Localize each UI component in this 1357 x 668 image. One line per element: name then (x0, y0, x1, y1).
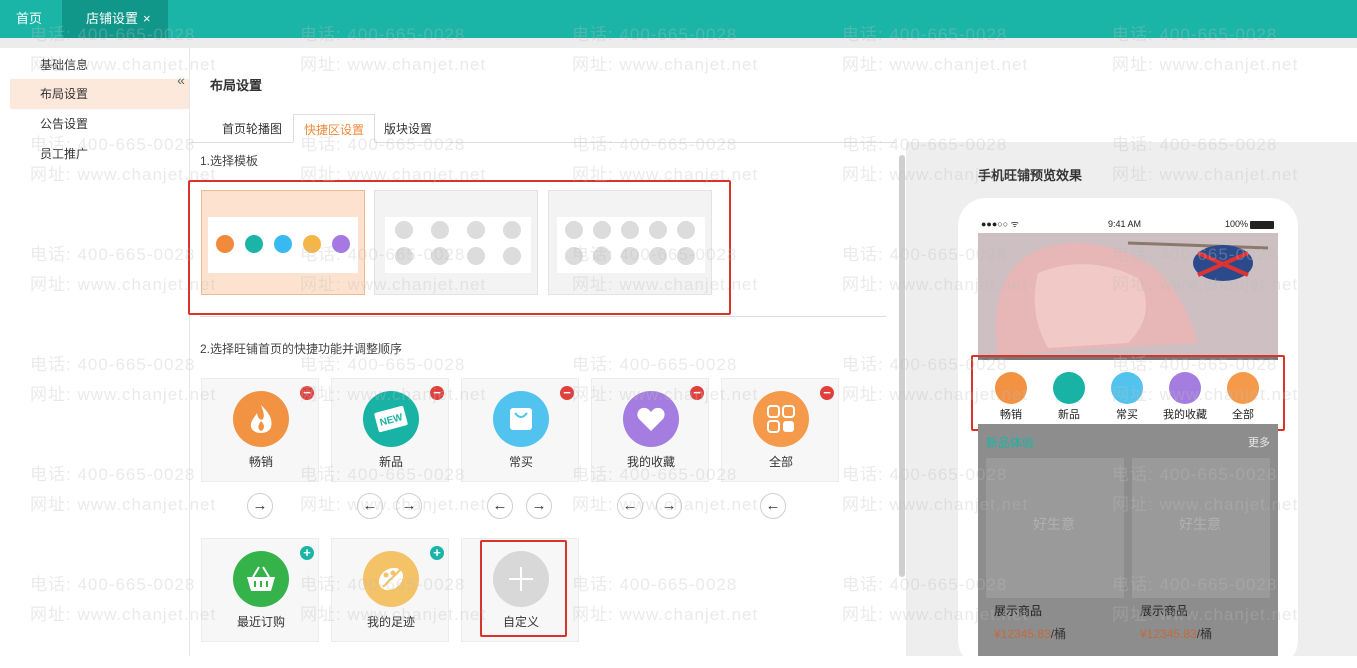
add-badge-icon[interactable]: + (300, 546, 314, 560)
quick-card-label: 我的收藏 (626, 455, 675, 469)
add-badge-icon[interactable]: + (430, 546, 444, 560)
tab-shop-label: 店铺设置 (86, 11, 139, 26)
quick-card-new[interactable]: NEW 新品 − (331, 378, 449, 482)
product-name: 展示商品 (1140, 604, 1189, 618)
page-title: 布局设置 (210, 78, 263, 93)
product-logo: 好生意 (1033, 516, 1075, 532)
watermark-site: 网址: www.chanjet.net (842, 55, 1029, 74)
quick-card-bestseller[interactable]: 畅销 − (201, 378, 319, 482)
move-right-button[interactable]: → (526, 493, 552, 519)
tab-shop-settings[interactable]: 店铺设置 × (62, 0, 168, 38)
move-left-button[interactable]: ← (617, 493, 643, 519)
quick-card-label: 最近订购 (236, 615, 285, 629)
watermark-site: 网址: www.chanjet.net (300, 55, 487, 74)
flame-icon (233, 391, 289, 447)
quick-card-label: 全部 (768, 455, 793, 469)
preview-banner-image (978, 233, 1278, 355)
preview-dimmed-content: 新品体验 更多 好生意 好生意 展示商品 展示商品 ¥12345.83/桶 ¥1… (978, 424, 1278, 656)
shopping-bag-icon (493, 391, 549, 447)
section-divider (200, 316, 886, 317)
remove-badge-icon[interactable]: − (690, 386, 704, 400)
heart-icon (623, 391, 679, 447)
new-badge-icon: NEW (363, 391, 419, 447)
templates-highlight-box (188, 180, 731, 315)
header-divider (0, 38, 1357, 48)
sidebar-item-staff-promo[interactable]: 员工推广 (10, 139, 189, 169)
tab-home[interactable]: 首页 (0, 0, 58, 38)
quick-card-all[interactable]: 全部 − (721, 378, 839, 482)
collapse-sidebar-icon[interactable]: « (174, 72, 188, 90)
sidebar-item-notice[interactable]: 公告设置 (10, 109, 189, 139)
grid-icon (753, 391, 809, 447)
product-image: 好生意 (1132, 458, 1270, 598)
quick-card-label: 常买 (508, 455, 533, 469)
move-right-button[interactable]: → (656, 493, 682, 519)
step1-label: 1.选择模板 (200, 154, 259, 168)
quick-card-frequent[interactable]: 常买 − (461, 378, 579, 482)
status-time: 9:41 AM (1108, 219, 1142, 229)
product-price-row: ¥12345.83/桶 (994, 625, 1066, 642)
move-left-button[interactable]: ← (487, 493, 513, 519)
move-right-button[interactable]: → (396, 493, 422, 519)
watermark-phone: 电话: 400-665-0028 (572, 575, 738, 594)
product-name: 展示商品 (994, 604, 1043, 618)
battery-label: 100% (1225, 219, 1249, 229)
quick-card-label: 新品 (378, 455, 403, 469)
watermark-site: 网址: www.chanjet.net (300, 495, 487, 514)
quick-card-footprint[interactable]: 我的足迹 + (331, 538, 449, 642)
preview-quick-highlight-box (971, 355, 1285, 431)
basket-icon (233, 551, 289, 607)
phone-status-bar: ●●●○○ ᯤ 9:41 AM 100% (978, 216, 1278, 233)
quick-card-label: 畅销 (248, 455, 273, 469)
tab-quick-area[interactable]: 快捷区设置 (293, 114, 376, 143)
remove-badge-icon[interactable]: − (560, 386, 574, 400)
watermark-site: 网址: www.chanjet.net (1112, 55, 1299, 74)
watermark-phone: 电话: 400-665-0028 (572, 355, 738, 374)
sidebar-item-basic-info[interactable]: 基础信息 (10, 50, 189, 80)
move-left-button[interactable]: ← (357, 493, 383, 519)
remove-badge-icon[interactable]: − (820, 386, 834, 400)
product-unit: /桶 (1196, 627, 1213, 641)
product-price: ¥12345.83 (994, 627, 1051, 641)
signal-icon: ●●●○○ ᯤ (981, 219, 1019, 229)
tab-carousel[interactable]: 首页轮播图 (212, 114, 292, 143)
preview-title: 手机旺铺预览效果 (978, 168, 1083, 183)
product-unit: /桶 (1050, 627, 1067, 641)
sidebar-item-layout[interactable]: 布局设置 (10, 79, 189, 109)
top-nav-bar (0, 0, 1357, 38)
close-tab-icon[interactable]: × (143, 11, 151, 26)
move-left-button[interactable]: ← (760, 493, 786, 519)
custom-highlight-box (480, 540, 567, 637)
step2-label: 2.选择旺铺首页的快捷功能并调整顺序 (200, 342, 403, 356)
preview-section-title: 新品体验 (986, 436, 1035, 450)
tab-section-settings[interactable]: 版块设置 (374, 114, 442, 143)
product-logo: 好生意 (1179, 516, 1221, 532)
move-right-button[interactable]: → (247, 493, 273, 519)
battery-icon (1250, 221, 1274, 229)
preview-more-link: 更多 (1248, 437, 1270, 449)
quick-card-favorites[interactable]: 我的收藏 − (591, 378, 709, 482)
watermark-site: 网址: www.chanjet.net (572, 605, 759, 624)
quick-card-recent-orders[interactable]: 最近订购 + (201, 538, 319, 642)
product-price: ¥12345.83 (1140, 627, 1197, 641)
quick-card-label: 我的足迹 (366, 615, 415, 629)
product-image: 好生意 (986, 458, 1124, 598)
remove-badge-icon[interactable]: − (300, 386, 314, 400)
sidebar: 基础信息 布局设置 公告设置 员工推广 (10, 48, 190, 656)
remove-badge-icon[interactable]: − (430, 386, 444, 400)
scrollbar[interactable] (899, 155, 905, 577)
product-price-row: ¥12345.83/桶 (1140, 625, 1212, 642)
watermark-site: 网址: www.chanjet.net (572, 55, 759, 74)
footprint-icon (363, 551, 419, 607)
